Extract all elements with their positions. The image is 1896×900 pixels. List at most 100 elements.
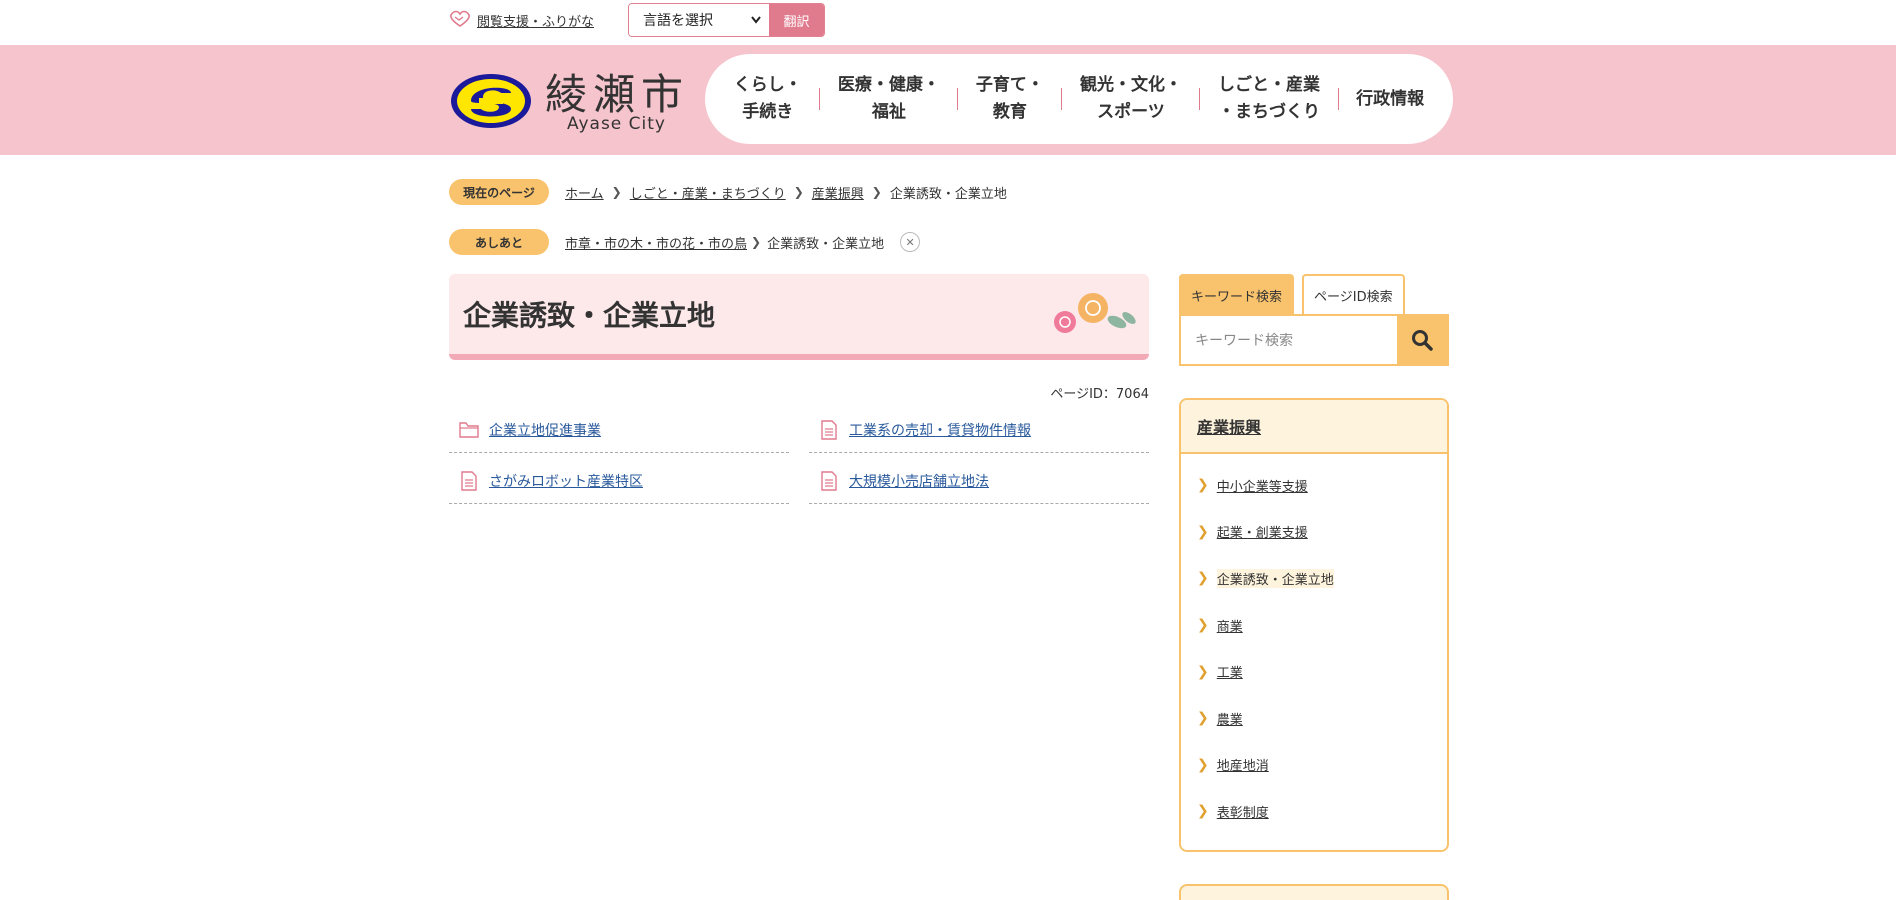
nav-work[interactable]: しごと・産業 ・まちづくり <box>1206 72 1332 126</box>
sidebar-item[interactable]: ❯ 中小企業等支援 <box>1181 462 1447 509</box>
tab-pageid-search[interactable]: ページID検索 <box>1302 274 1405 314</box>
document-icon <box>819 420 839 440</box>
breadcrumb-current: 企業誘致・企業立地 <box>889 186 1007 202</box>
sidebar-item-label: 地産地消 <box>1216 759 1269 775</box>
chevron-right-icon: ❯ <box>611 185 622 199</box>
search-tabs: キーワード検索 ページID検索 <box>1179 274 1405 314</box>
sidebar-item-label: 中小企業等支援 <box>1216 479 1308 495</box>
sidebar-item-label: 工業 <box>1216 666 1243 682</box>
folder-icon <box>459 420 479 440</box>
page: 閲覧支援・ふりがな 言語を選択 翻訳 綾瀬市 Ayase City くらし・ 手… <box>0 0 1896 900</box>
nav-label: 観光・文化・ <box>1079 75 1182 95</box>
page-title: 企業誘致・企業立地 <box>463 299 716 332</box>
nav-divider <box>1199 88 1201 110</box>
chevron-right-icon: ❯ <box>1197 710 1209 727</box>
chevron-right-icon: ❯ <box>1197 523 1209 540</box>
breadcrumb-work[interactable]: しごと・産業・まちづくり <box>630 183 786 202</box>
nav-label: くらし・ <box>733 75 802 95</box>
search-icon <box>1412 330 1433 351</box>
language-select[interactable]: 言語を選択 <box>629 4 769 36</box>
nav-label: ・まちづくり <box>1218 102 1321 122</box>
nav-label: 福祉 <box>871 102 906 122</box>
sidebar-item[interactable]: ❯ 起業・創業支援 <box>1181 509 1447 556</box>
nav-tourism[interactable]: 観光・文化・ スポーツ <box>1068 72 1194 126</box>
sidebar-item[interactable]: ❯ 工業 <box>1181 648 1447 695</box>
site-header: 綾瀬市 Ayase City くらし・ 手続き 医療・健康・ 福祉 子育て・ 教… <box>0 45 1896 155</box>
search-box: キーワード検索 <box>1179 314 1449 366</box>
sidebar-item-label: 商業 <box>1216 619 1243 635</box>
sidebar-item-label: 農業 <box>1216 712 1243 728</box>
chevron-right-icon: ❯ <box>1197 756 1209 773</box>
chevron-right-icon: ❯ <box>1197 803 1209 820</box>
global-nav: くらし・ 手続き 医療・健康・ 福祉 子育て・ 教育 観光・文化・ スポーツ し… <box>705 54 1453 144</box>
sidebar-next-box <box>1179 884 1449 900</box>
history-label: あしあと <box>449 229 549 255</box>
page-title-box: 企業誘致・企業立地 <box>449 274 1149 360</box>
close-icon: ✕ <box>905 235 915 249</box>
sidebar-menu: 産業振興 ❯ 中小企業等支援 ❯ 起業・創業支援 ❯ 企業誘致・企業立地 ❯ 商業 ❯ 工… <box>1179 398 1449 852</box>
chevron-right-icon: ❯ <box>871 185 882 199</box>
sidebar-item[interactable]: ❯ 農業 <box>1181 695 1447 742</box>
nav-label: 医療・健康・ <box>837 75 940 95</box>
chevron-right-icon: ❯ <box>1197 663 1209 680</box>
sidebar-item[interactable]: ❯ 表彰制度 <box>1181 788 1447 835</box>
language-select-value: 言語を選択 <box>643 13 713 29</box>
sidebar-item-label: 表彰制度 <box>1216 805 1269 821</box>
child-link-label: 企業立地促進事業 <box>489 423 601 439</box>
child-link[interactable]: 工業系の売却・賃貸物件情報 <box>809 408 1149 453</box>
handshake-icon <box>449 9 471 31</box>
nav-administration[interactable]: 行政情報 <box>1344 86 1436 113</box>
sidebar-item[interactable]: ❯ 商業 <box>1181 602 1447 649</box>
reading-assist-label: 閲覧支援・ふりがな <box>477 14 595 30</box>
child-link-label: 工業系の売却・賃貸物件情報 <box>849 423 1031 439</box>
sidebar-item-label: 企業誘致・企業立地 <box>1216 568 1334 588</box>
nav-divider <box>1337 88 1339 110</box>
history-current: 企業誘致・企業立地 <box>767 236 885 252</box>
breadcrumb-label: 現在のページ <box>449 179 549 205</box>
tab-keyword-search[interactable]: キーワード検索 <box>1179 274 1295 314</box>
nav-childcare[interactable]: 子育て・ 教育 <box>964 72 1056 126</box>
sidebar-item[interactable]: ❯ 地産地消 <box>1181 742 1447 789</box>
chevron-right-icon: ❯ <box>1197 477 1209 494</box>
child-link[interactable]: 企業立地促進事業 <box>449 408 789 453</box>
history-item[interactable]: 市章・市の木・市の花・市の鳥 <box>565 233 747 252</box>
sidebar-list: ❯ 中小企業等支援 ❯ 起業・創業支援 ❯ 企業誘致・企業立地 ❯ 商業 ❯ 工業 ❯ 農業… <box>1181 454 1447 835</box>
sidebar-item-current: ❯ 企業誘致・企業立地 <box>1181 555 1447 602</box>
child-link-label: さがみロボット産業特区 <box>489 474 643 490</box>
rose-decoration-icon <box>1054 293 1136 333</box>
search-input[interactable]: キーワード検索 <box>1181 316 1397 364</box>
chevron-down-icon <box>751 12 761 28</box>
chevron-right-icon: ❯ <box>751 235 762 249</box>
breadcrumb: 現在のページ ホーム ❯ しごと・産業・まちづくり ❯ 産業振興 ❯ 企業誘致・… <box>449 179 1007 205</box>
sidebar-item-label: 起業・創業支援 <box>1216 526 1308 542</box>
child-link[interactable]: さがみロボット産業特区 <box>449 459 789 504</box>
nav-divider <box>957 88 959 110</box>
chevron-right-icon: ❯ <box>1197 570 1209 587</box>
chevron-right-icon: ❯ <box>793 185 804 199</box>
reading-assist-link[interactable]: 閲覧支援・ふりがな <box>449 8 594 32</box>
language-selector: 言語を選択 翻訳 <box>628 3 825 37</box>
city-emblem-icon <box>451 74 531 128</box>
sidebar-heading[interactable]: 産業振興 <box>1181 400 1447 454</box>
document-icon <box>459 471 479 491</box>
breadcrumb-industry[interactable]: 産業振興 <box>812 183 864 202</box>
chevron-right-icon: ❯ <box>1197 617 1209 634</box>
search-button[interactable] <box>1397 316 1447 364</box>
breadcrumb-home[interactable]: ホーム <box>565 183 604 202</box>
nav-label: しごと・産業 <box>1218 75 1321 95</box>
history-trail: あしあと 市章・市の木・市の花・市の鳥 ❯ 企業誘致・企業立地 ✕ <box>449 229 921 255</box>
child-link[interactable]: 大規模小売店舗立地法 <box>809 459 1149 504</box>
clear-history-button[interactable]: ✕ <box>900 232 921 252</box>
nav-divider <box>819 88 821 110</box>
nav-divider <box>1061 88 1063 110</box>
translate-button[interactable]: 翻訳 <box>769 4 824 36</box>
site-logo[interactable]: 綾瀬市 Ayase City <box>449 63 689 143</box>
page-id: ページID：7064 <box>1050 387 1149 402</box>
city-name: 綾瀬市 <box>545 70 690 119</box>
nav-living[interactable]: くらし・ 手続き <box>722 72 814 126</box>
nav-label: 教育 <box>992 102 1027 122</box>
nav-health[interactable]: 医療・健康・ 福祉 <box>826 72 952 126</box>
nav-label: 行政情報 <box>1356 88 1425 109</box>
document-icon <box>819 471 839 491</box>
nav-label: 手続き <box>742 102 794 122</box>
